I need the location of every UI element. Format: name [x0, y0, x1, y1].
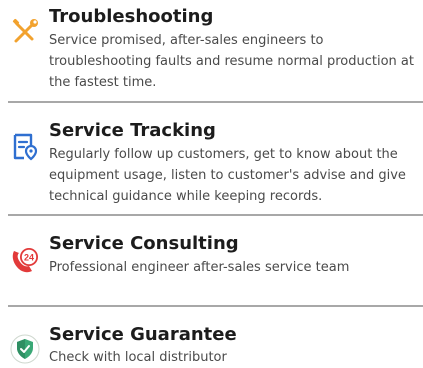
service-title: Troubleshooting — [49, 6, 214, 27]
24-label: 24 — [24, 252, 34, 262]
service-description: Regularly follow up customers, get to kn… — [49, 147, 406, 204]
service-title: Service Tracking — [49, 120, 216, 141]
service-title: Service Consulting — [49, 233, 239, 254]
service-description: Service promised, after-sales engineers … — [49, 33, 414, 90]
service-description: Check with local distributor — [49, 350, 227, 365]
divider — [8, 305, 423, 307]
wrench-screwdriver-icon — [10, 17, 40, 47]
24-hour-phone-icon: 24 — [10, 245, 40, 275]
service-description: Professional engineer after-sales servic… — [49, 260, 350, 275]
divider — [8, 214, 423, 216]
service-title: Service Guarantee — [49, 324, 237, 345]
document-location-icon — [10, 132, 40, 162]
shield-check-icon — [10, 334, 40, 364]
divider — [8, 101, 423, 103]
